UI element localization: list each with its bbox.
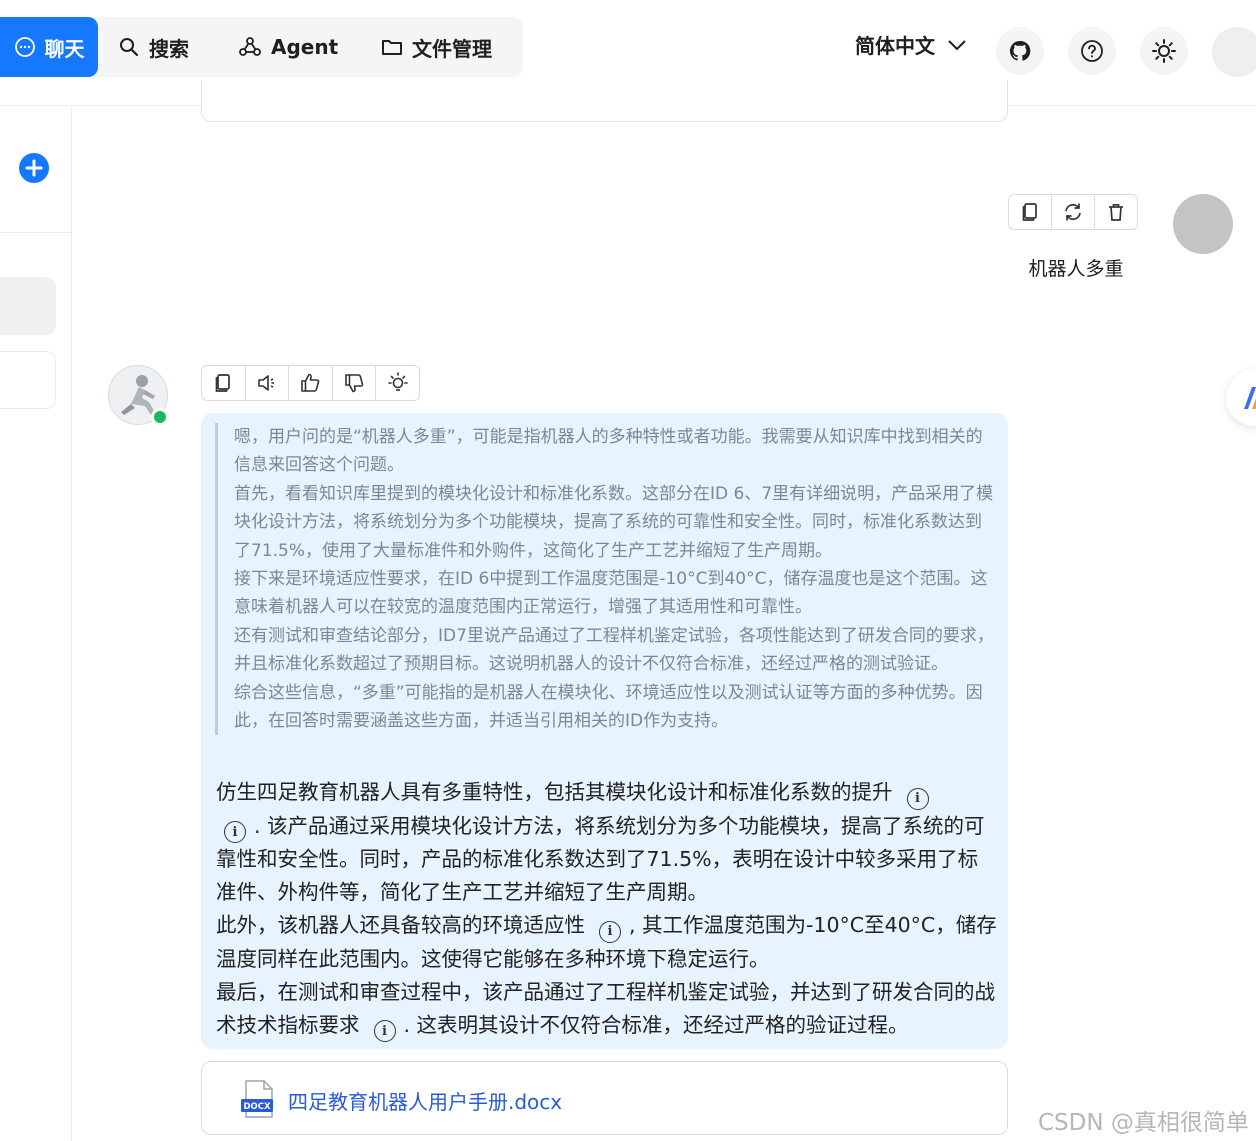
online-status-dot: [151, 408, 169, 426]
github-icon: [1009, 40, 1031, 61]
thinking-paragraph: 嗯，用户问的是“机器人多重”，可能是指机器人的多种特性或者功能。我需要从知识库中…: [234, 427, 983, 476]
read-aloud-button[interactable]: [246, 366, 290, 400]
folder-icon: [382, 40, 402, 55]
nav-search-label: 搜索: [149, 36, 189, 61]
nav-chat-label: 聊天: [44, 36, 85, 61]
thinking-paragraph: 综合这些信息，“多重”可能指的是机器人在模块化、环境适应性以及测试认证等方面的多…: [234, 682, 983, 732]
thinking-paragraph: 还有测试和审查结论部分，ID7里说产品通过了工程样机鉴定试验，各项性能达到了研发…: [234, 625, 994, 675]
assistant-message-actions: [201, 365, 420, 401]
answer-text-span: 仿生四足教育机器人具有多重特性，包括其模块化设计和标准化系数的提升: [216, 780, 893, 804]
github-button[interactable]: [996, 27, 1044, 75]
nav-files-label: 文件管理: [412, 36, 492, 61]
assistant-logo-icon: [1244, 387, 1256, 409]
sidebar-conversation-item[interactable]: [0, 277, 56, 335]
lightbulb-icon: [387, 372, 408, 391]
thinking-paragraph: 接下来是环境适应性要求，在ID 6中提到工作温度范围是-10°C到40°C，储存…: [234, 569, 988, 618]
copy-icon: [1022, 203, 1037, 221]
copy-button[interactable]: [1009, 195, 1052, 229]
nav-group: 聊天 搜索 Agent 文件管理: [0, 17, 523, 77]
nav-files-button[interactable]: 文件管理: [381, 17, 492, 77]
attached-file-card[interactable]: DOCX 四足教育机器人用户手册.docx: [201, 1061, 1008, 1135]
answer-text-span: . 这表明其设计不仅符合标准，还经过严格的验证过程。: [403, 1012, 909, 1037]
user-message-actions: [1008, 194, 1138, 230]
floating-assistant-button[interactable]: [1226, 370, 1256, 426]
regenerate-button[interactable]: [1052, 195, 1095, 229]
answer-paragraph: 仿生四足教育机器人具有多重特性，包括其模块化设计和标准化系数的提升 i i. 该产品…: [216, 776, 998, 909]
theme-toggle-button[interactable]: [1140, 27, 1188, 75]
delete-button[interactable]: [1095, 195, 1137, 229]
refresh-icon: [1065, 203, 1081, 221]
nav-search-button[interactable]: 搜索: [118, 17, 189, 77]
answer-text-span: . 该产品通过采用模块化设计方法，将系统划分为多个功能模块，提高了系统的可靠性和…: [216, 813, 985, 905]
citation-info-icon[interactable]: i: [599, 920, 621, 943]
sidebar: [0, 106, 72, 1141]
search-icon: [120, 38, 139, 57]
thumbs-up-icon: [301, 373, 320, 392]
nav-chat-button[interactable]: 聊天: [0, 17, 98, 77]
sidebar-divider: [0, 232, 71, 233]
assistant-answer-bubble: 嗯，用户问的是“机器人多重”，可能是指机器人的多种特性或者功能。我需要从知识库中…: [201, 413, 1008, 1049]
like-button[interactable]: [289, 366, 333, 400]
sun-icon: [1152, 39, 1176, 63]
help-circle-icon: [1081, 40, 1103, 62]
docx-file-icon: DOCX: [241, 1080, 273, 1118]
chevron-down-icon: [948, 39, 966, 50]
previous-message-card: [201, 80, 1008, 122]
user-avatar: [1173, 194, 1233, 254]
nav-agent-button[interactable]: Agent: [238, 17, 338, 77]
answer-text-span: 此外，该机器人还具备较高的环境适应性: [216, 913, 585, 937]
citation-info-icon[interactable]: i: [373, 1020, 396, 1042]
sidebar-conversation-item[interactable]: [0, 351, 56, 409]
chat-bubble-icon: [14, 37, 35, 57]
file-name-link[interactable]: 四足教育机器人用户手册.docx: [288, 1086, 562, 1115]
agent-graph-icon: [239, 37, 261, 56]
dislike-button[interactable]: [333, 366, 377, 400]
user-message-text: 机器人多重: [1028, 258, 1124, 280]
copy-icon: [215, 374, 231, 392]
citation-info-icon[interactable]: i: [906, 787, 929, 810]
answer-text: 仿生四足教育机器人具有多重特性，包括其模块化设计和标准化系数的提升 i i. 该产品…: [216, 776, 998, 1042]
answer-paragraph: 最后，在测试和审查过程中，该产品通过了工程样机鉴定试验，并达到了研发合同的战术技…: [216, 976, 998, 1042]
answer-paragraph: 此外，该机器人还具备较高的环境适应性 i, 其工作温度范围为-10°C至40°C，…: [216, 909, 998, 976]
thinking-paragraph: 首先，看看知识库里提到的模块化设计和标准化系数。这部分在ID 6、7里有详细说明…: [234, 483, 994, 561]
account-avatar[interactable]: [1212, 27, 1256, 77]
language-selector[interactable]: 简体中文: [855, 30, 967, 59]
add-circle-icon[interactable]: [18, 152, 50, 184]
insight-button[interactable]: [376, 366, 419, 400]
speaker-icon: [258, 375, 274, 391]
thinking-block: 嗯，用户问的是“机器人多重”，可能是指机器人的多种特性或者功能。我需要从知识库中…: [215, 423, 995, 736]
file-badge: DOCX: [243, 1102, 271, 1112]
citation-info-icon[interactable]: i: [224, 821, 246, 843]
thumbs-down-icon: [345, 374, 364, 393]
help-button[interactable]: [1068, 27, 1116, 75]
copy-button[interactable]: [202, 366, 246, 400]
watermark-text: CSDN @真相很简单: [1038, 1110, 1249, 1136]
language-label: 简体中文: [855, 34, 935, 58]
trash-icon: [1109, 203, 1123, 221]
nav-agent-label: Agent: [271, 35, 339, 59]
